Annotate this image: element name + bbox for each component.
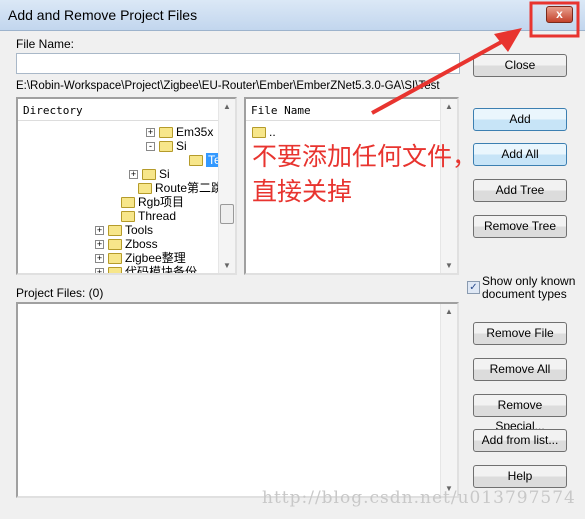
arrow-shaft bbox=[371, 38, 506, 115]
annotation-overlay bbox=[371, 1, 580, 115]
arrow-head-icon bbox=[494, 28, 522, 52]
highlight-box bbox=[529, 1, 580, 38]
watermark: http://blog.csdn.net/u013797574 bbox=[262, 488, 576, 508]
